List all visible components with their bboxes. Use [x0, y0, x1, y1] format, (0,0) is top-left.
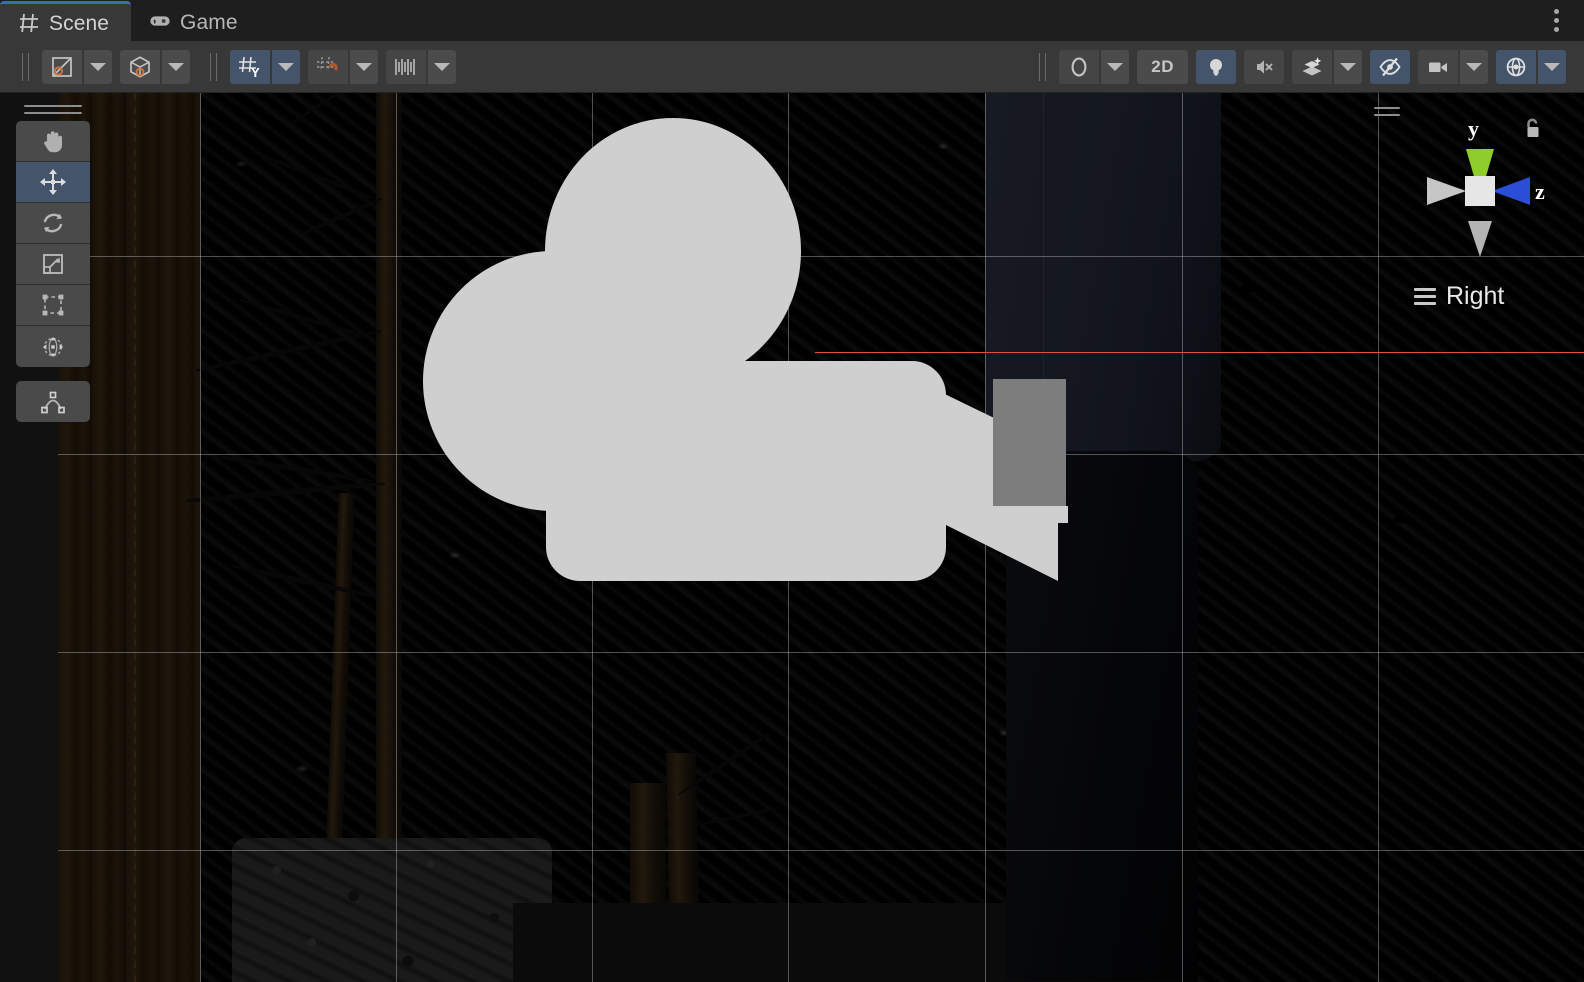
rect-tool[interactable] [16, 285, 90, 326]
audio-group [1244, 49, 1284, 84]
gizmo-center-cube [1465, 176, 1495, 206]
rotate-icon [43, 213, 63, 233]
rect-transform-icon [42, 294, 64, 316]
tool-stack-primary [16, 121, 90, 367]
palette-drag-handle[interactable] [16, 101, 90, 117]
tab-scene[interactable]: Scene [0, 1, 132, 41]
camera-settings-group [1418, 49, 1488, 84]
grid-snapping-dropdown[interactable] [350, 49, 378, 84]
svg-text:Y: Y [251, 65, 260, 80]
move-tool[interactable] [16, 162, 90, 203]
scene-viewport[interactable]: y z Right [0, 93, 1584, 982]
view-orientation-label-group[interactable]: Right [1414, 282, 1504, 311]
hand-icon [44, 131, 62, 153]
scene-camera-dropdown[interactable] [1460, 49, 1488, 84]
scene-fx-dropdown[interactable] [1334, 49, 1362, 84]
lighting-group [1196, 49, 1236, 84]
camera-gizmo-icon[interactable] [418, 111, 1068, 611]
chevron-down-icon [278, 62, 294, 71]
tab-game-label: Game [180, 10, 238, 34]
grid-axis-y-button[interactable]: Y [230, 49, 270, 84]
kebab-menu-icon[interactable] [1534, 0, 1578, 41]
transform-tool[interactable] [16, 326, 90, 367]
view-orientation-label: Right [1446, 282, 1505, 310]
orientation-gizmo[interactable]: y z Right [1370, 99, 1580, 329]
palette-gap [16, 367, 90, 377]
toolbar-separator [1036, 52, 1050, 81]
scene-camera-button[interactable] [1418, 49, 1458, 84]
grid-snapping-button[interactable] [308, 49, 348, 84]
component-editor-dropdown[interactable] [1101, 49, 1130, 84]
chevron-down-icon [1544, 62, 1560, 71]
scene-tool-palette [16, 101, 90, 422]
chevron-down-icon [168, 62, 184, 71]
draw-mode-group [42, 49, 112, 84]
scene-fx-button[interactable] [1292, 49, 1332, 84]
toggle-2d-button[interactable]: 2D [1137, 49, 1188, 84]
scene-toolbar: Y 2D [0, 41, 1584, 93]
hand-tool[interactable] [16, 121, 90, 162]
window-tab-bar: Scene Game [0, 0, 1584, 41]
gizmos-group [1496, 49, 1566, 84]
gizmo-axes[interactable] [1370, 99, 1580, 279]
scale-tool[interactable] [16, 244, 90, 285]
view-2d-group: 2D [1137, 49, 1188, 84]
snap-group [308, 49, 378, 84]
chevron-down-icon [434, 62, 450, 71]
grid-group: Y [230, 49, 300, 84]
gizmo-negative-x-axis-handle [1427, 177, 1466, 205]
fx-group [1292, 49, 1362, 84]
scene-lighting-button[interactable] [1196, 49, 1236, 84]
chevron-down-icon [1107, 62, 1124, 71]
rotate-tool[interactable] [16, 203, 90, 244]
tab-scene-label: Scene [49, 12, 110, 35]
toolbar-separator [19, 52, 33, 81]
scene-visibility-group [1370, 49, 1410, 84]
scene-audio-button[interactable] [1244, 49, 1284, 84]
custom-editor-tool[interactable] [16, 381, 90, 422]
camera-projection-dropdown[interactable] [162, 49, 190, 84]
chevron-down-icon [90, 62, 106, 71]
chevron-down-icon [1340, 62, 1356, 71]
toolbar-separator [207, 52, 221, 81]
tool-stack-custom [16, 381, 90, 422]
camera-projection-button[interactable] [120, 49, 160, 84]
component-editor-button[interactable] [1059, 49, 1100, 84]
gizmo-negative-y-axis-handle [1468, 221, 1492, 257]
increment-snap-group [386, 49, 456, 84]
dark-slab [513, 903, 1073, 982]
gizmo-z-axis-handle [1492, 177, 1530, 205]
gizmos-toggle-button[interactable] [1496, 49, 1536, 84]
gizmos-dropdown[interactable] [1538, 49, 1566, 84]
toolbar-left-section: Y [10, 49, 464, 84]
transform-icon [43, 336, 63, 357]
scene-grid-icon [18, 12, 40, 34]
toolbar-right-section: 2D [1027, 49, 1574, 84]
unity-scene-window: Scene Game Y 2D y z Right [0, 0, 1584, 982]
stone-block [232, 838, 552, 982]
hamburger-icon [1414, 288, 1436, 305]
chevron-down-icon [356, 62, 372, 71]
shading-mode-dropdown[interactable] [84, 49, 112, 84]
grid-dropdown[interactable] [272, 49, 300, 84]
scale-icon [43, 254, 63, 274]
increment-snap-button[interactable] [386, 49, 426, 84]
scene-visibility-button[interactable] [1370, 49, 1410, 84]
tab-game[interactable]: Game [131, 1, 260, 41]
chevron-down-icon [1466, 62, 1482, 71]
camera-projection-group [120, 49, 190, 84]
component-tools-group [1059, 49, 1130, 84]
gamepad-icon [149, 10, 171, 32]
move-arrows-icon [40, 169, 66, 195]
increment-snap-dropdown[interactable] [428, 49, 456, 84]
custom-tool-icon [41, 391, 65, 413]
shading-mode-button[interactable] [42, 49, 82, 84]
